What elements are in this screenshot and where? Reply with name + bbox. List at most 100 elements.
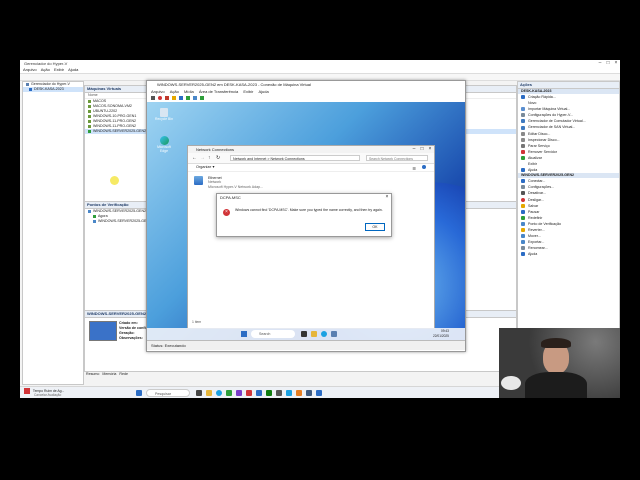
vm-icon — [88, 124, 91, 128]
taskbar-search[interactable]: Search — [251, 330, 295, 338]
task-view-icon[interactable] — [196, 390, 202, 396]
recycle-bin[interactable]: Recycle Bin — [153, 108, 175, 121]
help-icon[interactable] — [422, 165, 426, 169]
vm-menu-ajuda[interactable]: Ajuda — [258, 89, 268, 94]
app-icon[interactable] — [266, 390, 272, 396]
refresh-icon[interactable]: ↻ — [216, 155, 220, 161]
pause-icon[interactable] — [179, 96, 183, 100]
action-ajuda-vm[interactable]: Ajuda — [518, 251, 619, 257]
save-icon[interactable] — [172, 96, 176, 100]
vm-menu-midia[interactable]: Mídia — [184, 89, 194, 94]
hyperv-taskbar-icon[interactable] — [306, 390, 312, 396]
dialog-titlebar: DCPA.MSC × — [217, 194, 391, 201]
vm-menu-acao[interactable]: Ação — [170, 89, 179, 94]
inspect-disk-icon — [521, 137, 525, 142]
reset-icon — [521, 215, 525, 220]
turn-off-icon[interactable] — [158, 96, 162, 100]
forward-icon[interactable]: → — [200, 155, 205, 161]
presenter-hair — [541, 338, 571, 348]
close-icon[interactable]: × — [383, 194, 391, 201]
ok-button[interactable]: OK — [365, 223, 385, 231]
ctrl-alt-del-icon[interactable] — [151, 96, 155, 100]
vm-menu-exibir[interactable]: Exibir — [243, 89, 253, 94]
network-icon[interactable] — [331, 331, 337, 337]
edge-shortcut[interactable]: Microsoft Edge — [153, 136, 175, 153]
minimize-icon[interactable]: – — [596, 60, 604, 67]
up-icon[interactable]: ↑ — [208, 155, 211, 161]
explorer-window: Network Connections – □ × ← → ↑ ↻ Networ… — [187, 145, 435, 329]
adapter-description: Microsoft Hyper-V Network Adap... — [208, 184, 264, 189]
task-view-icon[interactable] — [301, 331, 307, 337]
back-icon[interactable]: ← — [192, 155, 197, 161]
maximize-icon[interactable]: □ — [418, 146, 426, 153]
vm-titlebar: WINDOWS-SERVER2025-GEN2 em DESK-KASA-202… — [147, 81, 465, 89]
host-search[interactable]: Pesquisar — [146, 389, 190, 397]
search-input[interactable]: Search Network Connections — [366, 155, 428, 161]
app-icon[interactable] — [276, 390, 282, 396]
store-icon[interactable] — [226, 390, 232, 396]
hyperv-title: Gerenciador do Hyper-V — [24, 61, 68, 66]
edge-icon[interactable] — [216, 390, 222, 396]
app-icon[interactable] — [296, 390, 302, 396]
menu-exibir[interactable]: Exibir — [54, 67, 64, 73]
close-icon[interactable]: × — [612, 60, 620, 67]
command-bar: Organize ▾ ☰ — [188, 164, 434, 172]
vmconnect-taskbar-icon[interactable] — [316, 390, 322, 396]
play-icon — [93, 214, 96, 218]
shutdown-icon — [521, 197, 525, 202]
guest-clock[interactable]: 09:43 22/01/2025 — [433, 329, 449, 338]
app-icon[interactable] — [286, 390, 292, 396]
vm-icon — [88, 104, 91, 108]
file-explorer-icon[interactable] — [206, 390, 212, 396]
save-icon — [521, 203, 525, 208]
app-icon — [24, 388, 30, 394]
app-icon[interactable] — [246, 390, 252, 396]
address-bar[interactable]: Network and Internet > Network Connectio… — [230, 155, 360, 161]
connect-icon — [521, 179, 525, 184]
reset-icon[interactable] — [186, 96, 190, 100]
app-icon[interactable] — [256, 390, 262, 396]
shutdown-icon[interactable] — [165, 96, 169, 100]
disk-icon — [521, 131, 525, 136]
computer-icon — [29, 87, 32, 91]
dialog-title: DCPA.MSC — [220, 195, 241, 200]
revert-icon[interactable] — [200, 96, 204, 100]
adapter-text: Ethernet Network Microsoft Hyper-V Netwo… — [208, 176, 263, 189]
webcam-overlay — [499, 328, 620, 398]
settings-icon — [521, 185, 525, 190]
vm-menu-area-transferencia[interactable]: Área de Transferência — [199, 89, 238, 94]
headphones — [501, 376, 521, 390]
minimize-icon[interactable]: – — [410, 146, 418, 153]
server-icon — [26, 82, 29, 86]
tab-resumo[interactable]: Resumo — [86, 372, 99, 376]
checkpoint-icon[interactable] — [193, 96, 197, 100]
vm-menu-arquivo[interactable]: Arquivo — [151, 89, 165, 94]
edge-icon[interactable] — [321, 331, 327, 337]
menu-acao[interactable]: Ação — [41, 67, 50, 73]
organize-button[interactable]: Organize ▾ — [196, 165, 214, 169]
tab-memoria[interactable]: Memória — [102, 372, 116, 376]
tree-host[interactable]: DESK-KASA-2023 — [23, 87, 83, 92]
menu-ajuda[interactable]: Ajuda — [68, 67, 78, 73]
menu-arquivo[interactable]: Arquivo — [23, 67, 37, 73]
start-icon[interactable] — [136, 390, 142, 396]
refresh-icon — [521, 155, 525, 160]
close-icon[interactable]: × — [426, 146, 434, 153]
recycle-bin-icon — [160, 108, 168, 117]
tab-rede[interactable]: Rede — [119, 372, 128, 376]
hyperv-titlebar: Gerenciador do Hyper-V – □ × — [20, 60, 620, 67]
switch-icon — [521, 119, 525, 124]
view-options-icon[interactable]: ☰ — [412, 165, 416, 172]
vm-thumbnail[interactable] — [89, 321, 117, 341]
vm-window-title: WINDOWS-SERVER2025-GEN2 em DESK-KASA-202… — [157, 82, 311, 87]
export-icon — [521, 240, 525, 245]
app-icon[interactable] — [236, 390, 242, 396]
dialog-message: Windows cannot find 'DCPA.MSC'. Make sur… — [235, 208, 383, 212]
notification-sub: Cancelar Avaliação — [34, 393, 62, 397]
file-explorer-icon[interactable] — [311, 331, 317, 337]
maximize-icon[interactable]: □ — [604, 60, 612, 67]
error-dialog: DCPA.MSC × × Windows cannot find 'DCPA.M… — [216, 193, 392, 237]
start-icon[interactable] — [241, 331, 247, 337]
details-tabs: Resumo Memória Rede — [86, 371, 128, 377]
blank-icon — [521, 101, 525, 105]
